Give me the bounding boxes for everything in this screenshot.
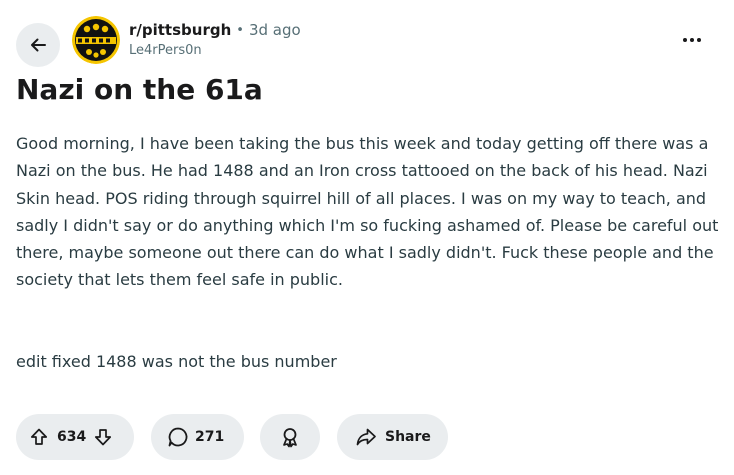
share-label: Share (385, 429, 431, 445)
post-time: 3d ago (248, 20, 301, 39)
ellipsis-icon (683, 38, 701, 42)
vote-count: 634 (57, 429, 87, 445)
post-title: Nazi on the 61a (16, 73, 263, 106)
share-arrow-icon (356, 428, 376, 446)
comment-count: 271 (195, 429, 225, 445)
comments-button[interactable]: 271 (151, 414, 244, 460)
post-body: Good morning, I have been taking the bus… (16, 134, 719, 290)
award-icon (283, 428, 297, 448)
pittsburgh-logo-icon (72, 16, 120, 64)
award-button[interactable] (260, 414, 320, 460)
downvote-button[interactable] (88, 422, 118, 452)
arrow-up-icon (30, 428, 48, 445)
vote-bar: 634 (16, 414, 134, 460)
post-edit-note: edit fixed 1488 was not the bus number (16, 352, 337, 371)
meta-separator: • (236, 22, 244, 38)
more-options-button[interactable] (680, 28, 704, 52)
arrow-left-icon (31, 38, 46, 52)
back-button[interactable] (16, 23, 60, 67)
arrow-down-icon (95, 429, 112, 446)
speech-bubble-icon (168, 427, 188, 447)
subreddit-avatar[interactable] (72, 16, 120, 64)
post-header: r/pittsburgh • 3d ago Le4rPers0n (16, 16, 718, 67)
share-button[interactable]: Share (337, 414, 448, 460)
subreddit-link[interactable]: r/pittsburgh (129, 22, 231, 38)
upvote-button[interactable] (24, 422, 54, 452)
post-meta: r/pittsburgh • 3d ago Le4rPers0n (129, 20, 301, 57)
author-link[interactable]: Le4rPers0n (129, 44, 301, 57)
